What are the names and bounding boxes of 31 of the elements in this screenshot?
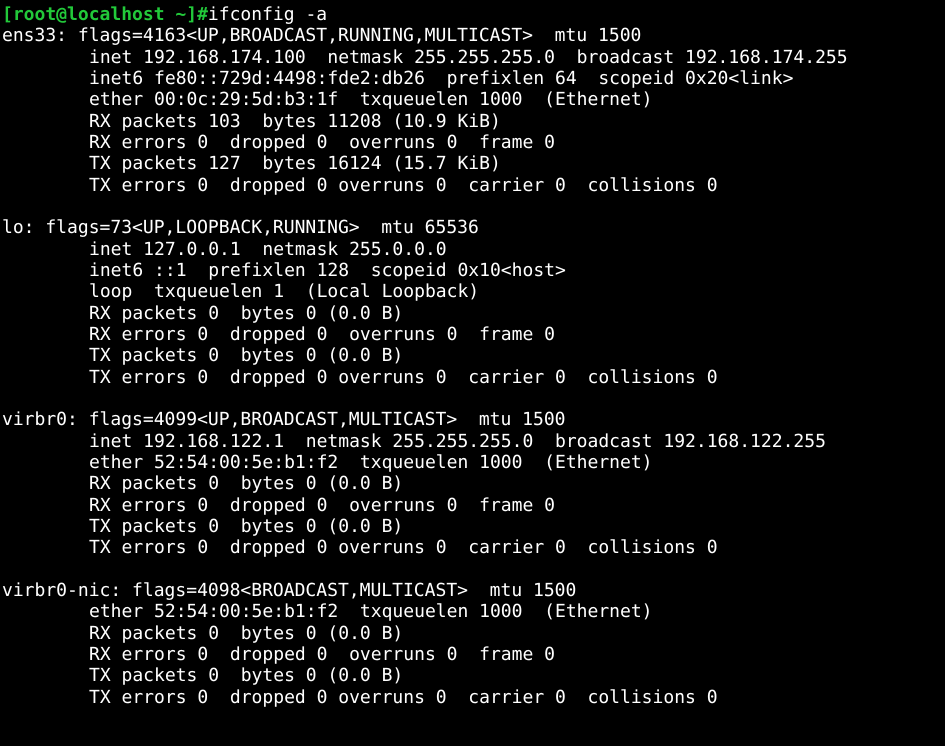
command-text: ifconfig -a [208, 4, 328, 25]
output-line-text: TX packets 0 bytes 0 (0.0 B) [89, 345, 404, 366]
interface-header-text: ens33: flags=4163<UP,BROADCAST,RUNNING,MULTICAST> mtu 1500 [2, 25, 642, 46]
output-line-text: ether 52:54:00:5e:b1:f2 txqueuelen 1000 (Ethernet) [89, 452, 653, 473]
output-line-text: inet 192.168.174.100 netmask 255.255.255.0 broadcast 192.168.174.255 [89, 46, 848, 68]
output-line-text: RX packets 0 bytes 0 (0.0 B) [89, 302, 404, 324]
output-line-text: RX packets 0 bytes 0 (0.0 B) [89, 622, 404, 644]
output-line-text: inet6 ::1 prefixlen 128 scopeid 0x10<host> [89, 260, 566, 281]
output-line-text: TX packets 0 bytes 0 (0.0 B) [89, 516, 404, 537]
output-line-text: ether 52:54:00:5e:b1:f2 txqueuelen 1000 (Ethernet) [89, 601, 653, 622]
output-line-text: RX errors 0 dropped 0 overruns 0 frame 0 [89, 132, 555, 153]
output-line-text: TX errors 0 dropped 0 overruns 0 carrier 0 collisions 0 [89, 174, 718, 196]
output-line-text: inet6 fe80::729d:4498:fde2:db26 prefixlen 64 scopeid 0x20<link> [89, 68, 794, 89]
output-line-text: RX packets 103 bytes 11208 (10.9 KiB) [89, 110, 501, 132]
output-line-text: inet 192.168.122.1 netmask 255.255.255.0 broadcast 192.168.122.255 [89, 430, 826, 452]
output-line-text: RX errors 0 dropped 0 overruns 0 frame 0 [89, 324, 555, 345]
interface-header-text: virbr0: flags=4099<UP,BROADCAST,MULTICAST> mtu 1500 [2, 409, 566, 430]
prompt-text: [root@localhost ~]# [2, 4, 208, 25]
output-line-text: TX errors 0 dropped 0 overruns 0 carrier 0 collisions 0 [89, 686, 718, 708]
output-line-text: inet 127.0.0.1 netmask 255.0.0.0 [89, 238, 447, 260]
output-line-text: ether 00:0c:29:5d:b3:1f txqueuelen 1000 (Ethernet) [89, 89, 653, 110]
output-line-text: RX errors 0 dropped 0 overruns 0 frame 0 [89, 494, 555, 516]
output-line-text: TX packets 127 bytes 16124 (15.7 KiB) [89, 153, 501, 174]
output-line-text: RX packets 0 bytes 0 (0.0 B) [89, 473, 404, 494]
output-line-text: TX packets 0 bytes 0 (0.0 B) [89, 665, 404, 686]
interface-header-text: virbr0-nic: flags=4098<BROADCAST,MULTICAST> mtu 1500 [2, 580, 576, 601]
output-line-text: loop txqueuelen 1 (Local Loopback) [89, 281, 480, 302]
interface-header-text: lo: flags=73<UP,LOOPBACK,RUNNING> mtu 65536 [2, 217, 479, 238]
output-line-text: RX errors 0 dropped 0 overruns 0 frame 0 [89, 644, 555, 665]
output-line-text: TX errors 0 dropped 0 overruns 0 carrier 0 collisions 0 [89, 537, 718, 558]
output-line-text: TX errors 0 dropped 0 overruns 0 carrier 0 collisions 0 [89, 366, 718, 388]
